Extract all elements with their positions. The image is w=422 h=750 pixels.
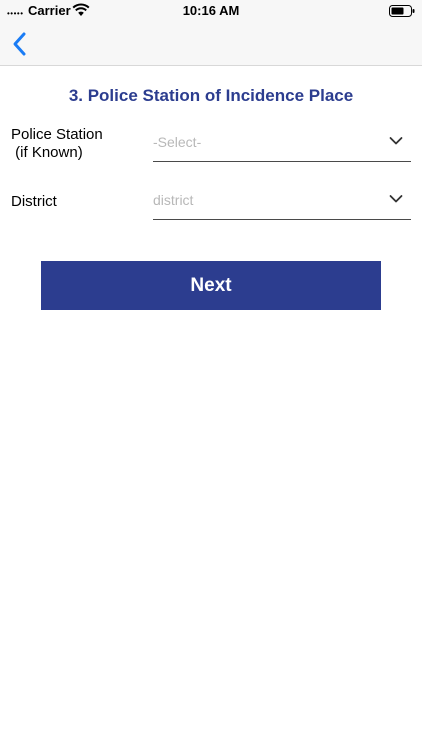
police-station-placeholder: -Select- <box>153 134 202 150</box>
page-title: 3. Police Station of Incidence Place <box>68 86 354 105</box>
chevron-down-icon <box>389 137 403 145</box>
navigation-bar <box>0 22 422 66</box>
back-button[interactable] <box>8 29 36 59</box>
district-label: District <box>11 193 57 210</box>
status-bar: ••••• Carrier 10:16 AM <box>0 0 422 22</box>
police-station-label-line1: Police Station <box>11 126 103 143</box>
battery-icon <box>389 5 415 17</box>
chevron-down-icon <box>389 195 403 203</box>
district-placeholder: district <box>153 192 194 208</box>
police-station-label: Police Station (if Known) <box>11 126 103 162</box>
district-select[interactable]: district <box>153 184 411 220</box>
next-button[interactable]: Next <box>41 261 381 310</box>
police-station-select[interactable]: -Select- <box>153 126 411 162</box>
status-time: 10:16 AM <box>182 3 240 18</box>
chevron-left-icon <box>13 32 26 56</box>
police-station-label-line2: (if Known) <box>11 144 83 161</box>
